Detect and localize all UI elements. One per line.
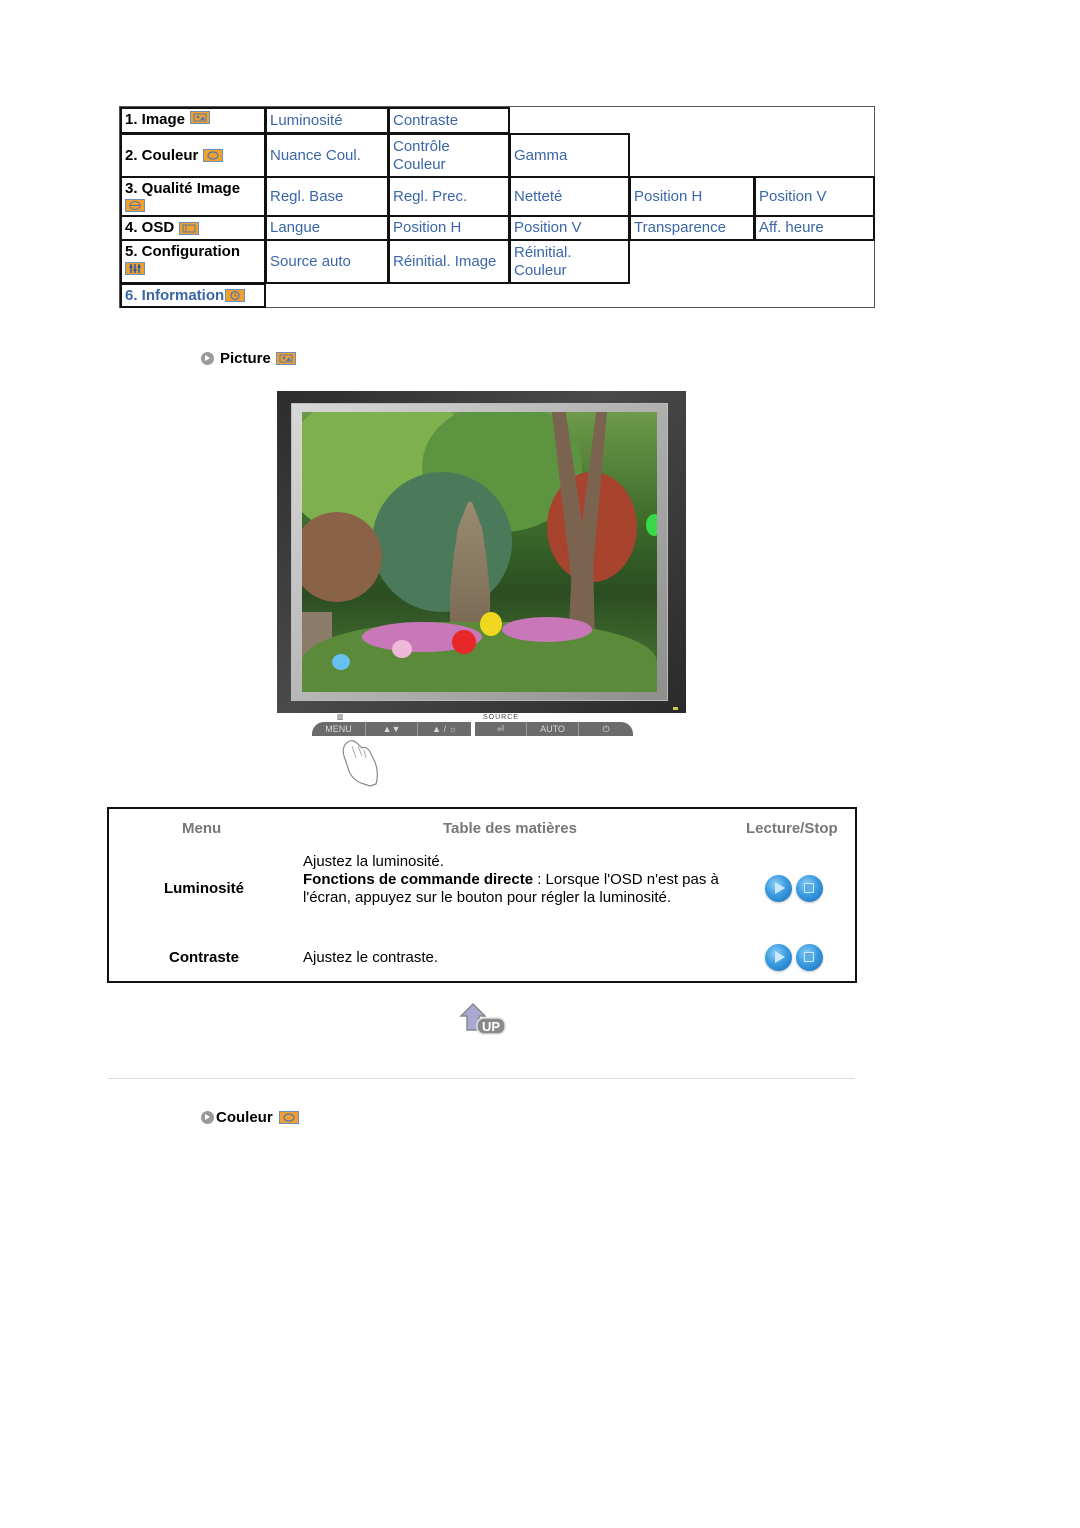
monitor-control-buttons: MENU ▲▼ ▲ / ☼ xyxy=(312,722,471,736)
function-desc-luminosite: Ajustez la luminosité. Fonctions de comm… xyxy=(303,853,719,906)
power-led xyxy=(673,707,678,710)
stop-button[interactable] xyxy=(796,875,823,902)
source-enter-button[interactable]: ⏎ xyxy=(475,722,527,736)
monitor-bezel xyxy=(291,403,668,701)
column-header-menu: Menu xyxy=(182,820,222,837)
nav-header-qualite-image[interactable]: 3. Qualité Image xyxy=(120,176,266,217)
function-name-luminosite: Luminosité xyxy=(163,880,244,897)
contraste-play-controls xyxy=(765,944,823,971)
luminosite-play-controls xyxy=(765,875,823,902)
nav-item-reinitial-couleur[interactable]: Réinitial. Couleur xyxy=(509,239,630,284)
menu-button[interactable]: MENU xyxy=(312,722,366,736)
arrow-bullet-icon xyxy=(201,352,214,365)
menu-navigation-table: 1. Image Luminosité Contraste 2. Couleur… xyxy=(119,106,875,308)
power-button[interactable]: ⏻ xyxy=(579,722,633,736)
column-header-contents: Table des matières xyxy=(443,820,577,837)
menu-top-label: ▥ xyxy=(337,714,345,721)
nav-item-position-v[interactable]: Position V xyxy=(754,176,875,217)
image-quality-icon xyxy=(125,199,145,212)
monitor-control-buttons-right: ⏎ AUTO ⏻ xyxy=(475,722,633,736)
function-desc-contraste: Ajustez le contraste. xyxy=(303,949,439,966)
nav-item-gamma[interactable]: Gamma xyxy=(509,133,630,178)
up-brightness-button[interactable]: ▲ / ☼ xyxy=(418,722,471,736)
monitor-illustration xyxy=(277,391,686,713)
nav-item-osd-position-v[interactable]: Position V xyxy=(509,215,630,241)
nav-item-osd-position-h[interactable]: Position H xyxy=(388,215,510,241)
nav-header-image[interactable]: 1. Image xyxy=(120,107,266,134)
setup-icon xyxy=(125,262,145,275)
function-table: Menu Table des matières Lecture/Stop Lum… xyxy=(107,807,857,983)
auto-button[interactable]: AUTO xyxy=(527,722,579,736)
image-icon xyxy=(275,352,296,365)
nav-item-source-auto[interactable]: Source auto xyxy=(265,239,389,284)
color-icon xyxy=(203,149,224,162)
nav-item-regl-prec[interactable]: Regl. Prec. xyxy=(388,176,510,217)
nav-item-nuance-coul[interactable]: Nuance Coul. xyxy=(265,133,389,178)
play-button[interactable] xyxy=(765,944,792,971)
source-top-label: SOURCE xyxy=(483,714,519,721)
nav-header-information[interactable]: 6. Information xyxy=(120,283,266,308)
information-icon xyxy=(225,289,246,302)
nav-header-couleur[interactable]: 2. Couleur xyxy=(120,133,266,178)
nav-item-controle-couleur[interactable]: Contrôle Couleur xyxy=(388,133,510,178)
play-button[interactable] xyxy=(765,875,792,902)
osd-icon xyxy=(179,221,200,235)
hand-pointer-icon xyxy=(342,740,378,787)
function-name-contraste: Contraste xyxy=(168,949,239,966)
section-heading-picture: Picture xyxy=(201,350,296,367)
nav-item-aff-heure[interactable]: Aff. heure xyxy=(754,215,875,241)
back-to-top-icon[interactable]: UP xyxy=(459,1002,507,1036)
nav-item-reinitial-image[interactable]: Réinitial. Image xyxy=(388,239,510,284)
section-divider xyxy=(108,1078,855,1079)
arrow-bullet-icon xyxy=(201,1111,214,1124)
nav-header-configuration[interactable]: 5. Configuration xyxy=(120,239,266,284)
color-icon xyxy=(278,1111,299,1124)
nav-item-transparence[interactable]: Transparence xyxy=(629,215,755,241)
nav-item-contraste[interactable]: Contraste xyxy=(388,107,510,134)
nav-item-position-h[interactable]: Position H xyxy=(629,176,755,217)
stop-button[interactable] xyxy=(796,944,823,971)
nav-item-luminosite[interactable]: Luminosité xyxy=(265,107,389,134)
nav-item-langue[interactable]: Langue xyxy=(265,215,389,241)
image-icon xyxy=(190,111,211,124)
nav-header-osd[interactable]: 4. OSD xyxy=(120,215,266,241)
down-button[interactable]: ▲▼ xyxy=(366,722,418,736)
nav-item-nettete[interactable]: Netteté xyxy=(509,176,630,217)
nav-item-regl-base[interactable]: Regl. Base xyxy=(265,176,389,217)
section-heading-couleur: Couleur xyxy=(201,1109,299,1126)
up-label: UP xyxy=(482,1019,500,1034)
garden-photo xyxy=(302,412,657,692)
column-header-play-stop: Lecture/Stop xyxy=(746,820,838,837)
